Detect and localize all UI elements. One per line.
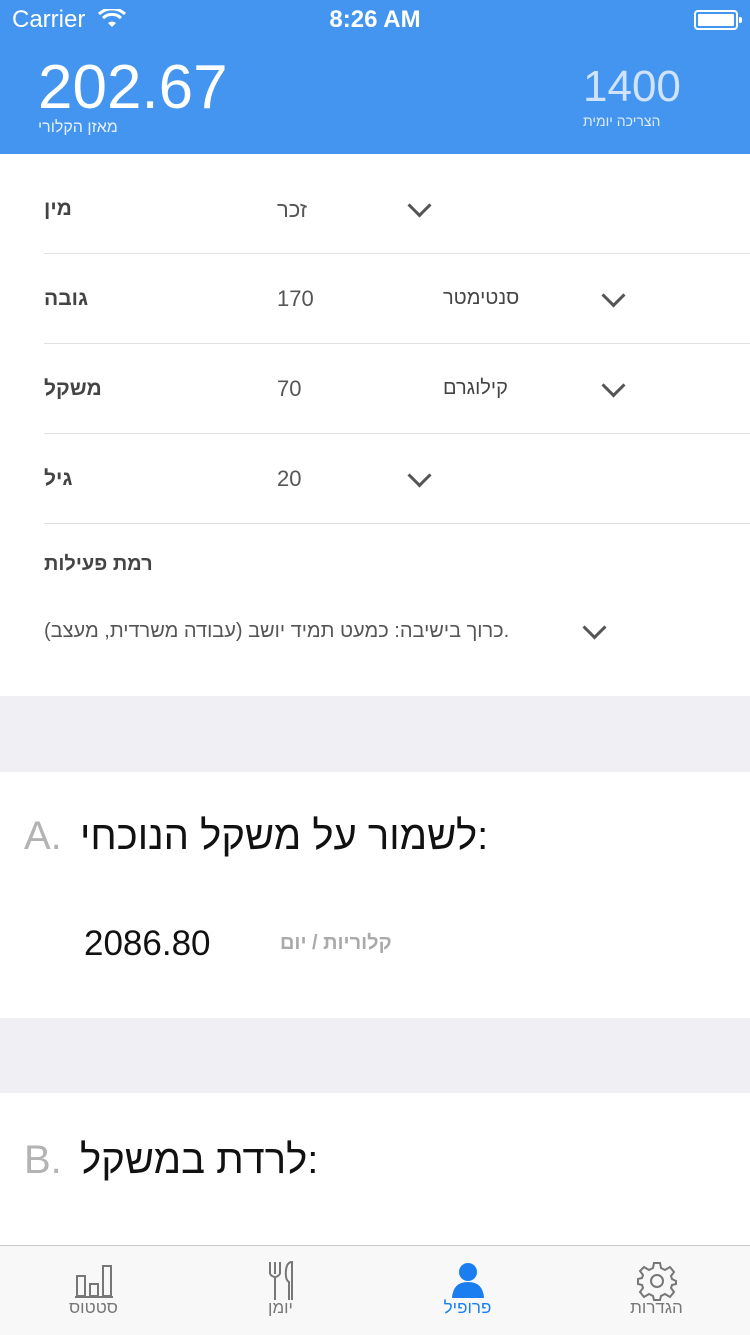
section-b-title: לרדת במשקל: (80, 1138, 319, 1182)
height-unit-select[interactable]: סנטימטר (443, 287, 519, 310)
calorie-balance-value: 202.67 (38, 53, 228, 122)
person-icon (451, 1263, 484, 1298)
weight-unit-chevron-down-icon[interactable] (601, 373, 626, 398)
calorie-header: Carrier 8:26 AM 202.67 מאזן הקלורי 1400 … (0, 0, 750, 154)
gear-icon (636, 1262, 677, 1301)
tab-profile[interactable]: פרופיל (374, 1246, 561, 1335)
activity-chevron-down-icon[interactable] (582, 615, 607, 640)
tab-settings-label: הגדרות (630, 1298, 683, 1317)
weight-label: משקל (44, 377, 102, 400)
tab-profile-label: פרופיל (443, 1298, 492, 1317)
activity-level-select[interactable]: (כרוך בישיבה: כמעט תמיד יושב (עבודה משרד… (44, 620, 509, 643)
height-label: גובה (44, 287, 89, 310)
section-a-title: לשמור על משקל הנוכחי: (80, 814, 489, 858)
daily-intake-label: הצריכה יומית (583, 113, 661, 129)
tab-settings[interactable]: הגדרות (563, 1246, 750, 1335)
daily-intake-value: 1400 (583, 62, 681, 111)
gender-label: מין (44, 197, 72, 220)
maintain-calories-unit: קלוריות / יום (280, 932, 392, 954)
age-label: גיל (44, 467, 73, 490)
gender-chevron-down-icon[interactable] (407, 193, 432, 218)
divider (44, 433, 750, 434)
age-chevron-down-icon[interactable] (407, 463, 432, 488)
section-separator (0, 1018, 750, 1093)
divider (44, 523, 750, 524)
tab-diary[interactable]: יומן (187, 1246, 374, 1335)
height-unit-chevron-down-icon[interactable] (601, 283, 626, 308)
weight-unit-select[interactable]: קילוגרם (443, 377, 508, 400)
height-input[interactable]: 170 (277, 286, 314, 312)
divider (44, 343, 750, 344)
fork-knife-icon (268, 1260, 293, 1300)
battery-icon (694, 10, 742, 30)
section-b-letter: B. (24, 1138, 62, 1182)
section-separator (0, 696, 750, 772)
tab-status[interactable]: סטטוס (0, 1246, 187, 1335)
clock: 8:26 AM (329, 6, 421, 33)
gender-select[interactable]: זכר (277, 197, 307, 223)
calorie-balance-label: מאזן הקלורי (38, 119, 118, 136)
bar-chart-icon (74, 1265, 113, 1298)
tab-status-label: סטטוס (69, 1298, 118, 1317)
weight-input[interactable]: 70 (277, 376, 301, 402)
section-a-letter: A. (24, 814, 62, 858)
maintain-calories-value: 2086.80 (84, 924, 211, 963)
divider (44, 253, 750, 254)
age-select[interactable]: 20 (277, 466, 301, 492)
tab-diary-label: יומן (268, 1298, 293, 1317)
tab-bar: סטטוס יומן פרופיל הגדרות (0, 1245, 750, 1335)
activity-level-label: רמת פעילות (44, 553, 153, 575)
